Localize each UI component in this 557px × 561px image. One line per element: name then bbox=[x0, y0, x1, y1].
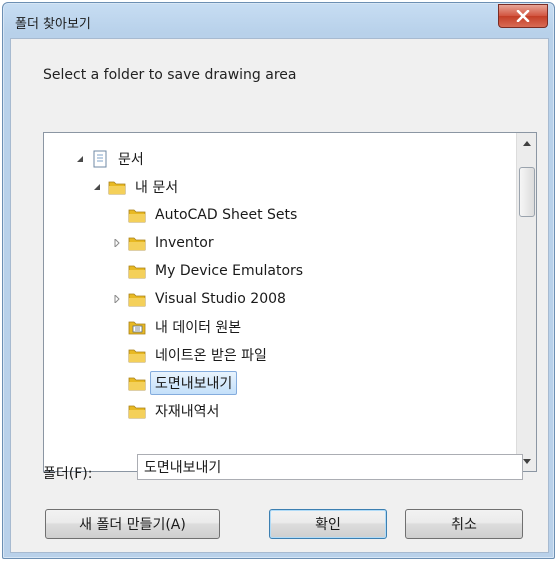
tree-item[interactable]: 자재내역서 bbox=[111, 397, 219, 425]
tree-item-label: Inventor bbox=[155, 235, 214, 251]
folder-tree[interactable]: 문서내 문서 AutoCAD Sheet Sets Inventor My Devic… bbox=[43, 132, 537, 472]
tree-item[interactable]: My Device Emulators bbox=[111, 257, 303, 285]
tree-item-label: 네이트온 받은 파일 bbox=[155, 348, 267, 364]
expanded-arrow-icon[interactable] bbox=[91, 181, 103, 193]
expanded-arrow-icon[interactable] bbox=[74, 153, 86, 165]
scroll-up-button[interactable] bbox=[518, 134, 535, 152]
folder-icon bbox=[127, 205, 147, 225]
tree-item-label: AutoCAD Sheet Sets bbox=[155, 207, 298, 223]
tree-item-label: Visual Studio 2008 bbox=[155, 291, 286, 307]
cancel-button[interactable]: 취소 bbox=[405, 509, 523, 539]
tree-item[interactable]: Inventor bbox=[111, 229, 214, 257]
title-bar[interactable]: 폴더 찾아보기 bbox=[3, 3, 554, 37]
tree-item-label: 문서 bbox=[118, 152, 144, 168]
new-folder-button[interactable]: 새 폴더 만들기(A) bbox=[45, 509, 220, 539]
instruction-text: Select a folder to save drawing area bbox=[43, 67, 297, 83]
tree-item-label: 내 문서 bbox=[135, 180, 179, 196]
close-icon bbox=[516, 10, 530, 22]
folder-icon bbox=[127, 401, 147, 421]
window-title: 폴더 찾아보기 bbox=[15, 17, 91, 32]
tree-item[interactable]: AutoCAD Sheet Sets bbox=[111, 201, 297, 229]
tree-item[interactable]: 문서 bbox=[74, 145, 144, 173]
folder-icon bbox=[127, 233, 147, 253]
folder-icon bbox=[127, 261, 147, 281]
tree-item[interactable]: 내 데이터 원본 bbox=[111, 313, 241, 341]
tree-item-label: 내 데이터 원본 bbox=[155, 320, 242, 336]
vertical-scrollbar[interactable] bbox=[516, 133, 536, 471]
folder-icon bbox=[127, 345, 147, 365]
ok-button[interactable]: 확인 bbox=[269, 509, 387, 539]
browse-folder-dialog: 폴더 찾아보기 Select a folder to save drawing … bbox=[2, 2, 555, 559]
tree-item-label: My Device Emulators bbox=[155, 263, 304, 279]
folder-tree-list: 문서내 문서 AutoCAD Sheet Sets Inventor My Devic… bbox=[44, 133, 516, 471]
folder-icon bbox=[127, 289, 147, 309]
tree-item[interactable]: Visual Studio 2008 bbox=[111, 285, 286, 313]
arrow-down-icon bbox=[522, 458, 531, 464]
folder-icon bbox=[107, 177, 127, 197]
tree-item-label: 도면내보내기 bbox=[150, 371, 238, 395]
arrow-up-icon bbox=[522, 140, 531, 146]
dialog-body: Select a folder to save drawing area 문서내… bbox=[10, 38, 549, 553]
folder-field-label: 폴더(F): bbox=[43, 466, 93, 482]
folder-icon bbox=[127, 373, 147, 393]
collapsed-arrow-icon[interactable] bbox=[111, 293, 123, 305]
tree-item[interactable]: 도면내보내기 bbox=[111, 369, 238, 397]
collapsed-arrow-icon[interactable] bbox=[111, 237, 123, 249]
folder-name-input[interactable] bbox=[137, 454, 523, 480]
tree-item[interactable]: 내 문서 bbox=[91, 173, 178, 201]
tree-item[interactable]: 네이트온 받은 파일 bbox=[111, 341, 267, 369]
data-source-icon bbox=[127, 317, 147, 337]
library-icon bbox=[90, 149, 110, 169]
close-button[interactable] bbox=[498, 4, 548, 28]
tree-item-label: 자재내역서 bbox=[155, 404, 220, 420]
scroll-thumb[interactable] bbox=[519, 167, 535, 217]
